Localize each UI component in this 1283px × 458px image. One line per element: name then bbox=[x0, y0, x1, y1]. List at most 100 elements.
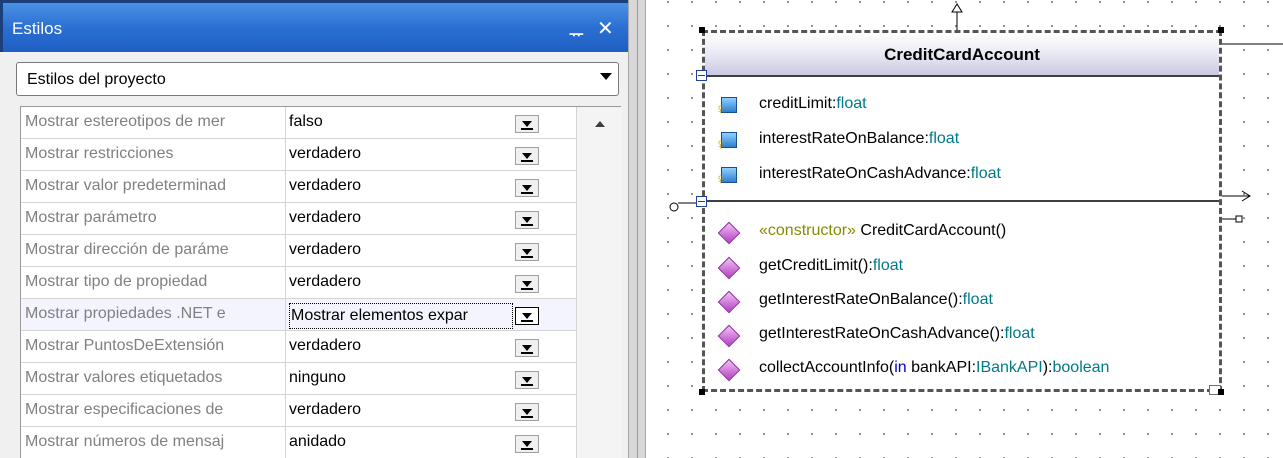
dropdown-arrow-icon[interactable] bbox=[515, 403, 539, 421]
attribute-type: float bbox=[836, 95, 867, 112]
operation-get-interest-rate-on-balance[interactable]: getInterestRateOnBalance():float bbox=[759, 291, 993, 313]
property-value[interactable]: verdadero bbox=[289, 241, 513, 263]
property-name: Mostrar valores etiquetados bbox=[25, 369, 223, 386]
property-name: Mostrar valor predeterminad bbox=[25, 177, 226, 194]
property-row[interactable]: Mostrar especificaciones de verdadero bbox=[21, 395, 622, 427]
dropdown-arrow-icon[interactable] bbox=[515, 371, 539, 389]
property-value[interactable]: verdadero bbox=[289, 337, 513, 359]
property-row[interactable]: Mostrar estereotipos de mer falso bbox=[21, 107, 622, 139]
stereotype-label: «constructor» bbox=[759, 222, 856, 239]
operation-name: getInterestRateOnBalance() bbox=[759, 291, 959, 308]
operation-return-type: boolean bbox=[1052, 359, 1110, 376]
attribute-type: float bbox=[928, 130, 960, 147]
column-divider bbox=[285, 171, 286, 203]
selection-handle[interactable] bbox=[1218, 389, 1224, 395]
panel-titlebar[interactable]: Estilos ᅲ ✕ bbox=[0, 0, 628, 52]
dropdown-arrow-icon[interactable] bbox=[515, 275, 539, 293]
dropdown-arrow-icon[interactable] bbox=[515, 179, 539, 197]
attribute-credit-limit[interactable]: creditLimit:float bbox=[759, 95, 867, 117]
close-icon[interactable]: ✕ bbox=[597, 16, 614, 41]
property-name: Mostrar tipo de propiedad bbox=[25, 273, 208, 290]
column-divider bbox=[285, 331, 286, 363]
collapse-operations-icon[interactable] bbox=[696, 196, 707, 207]
operation-collect-account-info[interactable]: collectAccountInfo(in bankAPI:IBankAPI):… bbox=[759, 359, 1109, 381]
class-header: CreditCardAccount bbox=[705, 33, 1219, 77]
attribute-name: interestRateOnCashAdvance bbox=[759, 165, 967, 182]
class-box[interactable]: CreditCardAccount ♀ creditLimit:float ♀ … bbox=[702, 30, 1222, 395]
dropdown-arrow-icon[interactable] bbox=[515, 339, 539, 357]
property-value[interactable]: Mostrar elementos expar bbox=[289, 303, 513, 329]
panel-splitter[interactable] bbox=[628, 0, 646, 458]
dropdown-arrow-icon[interactable] bbox=[515, 243, 539, 261]
property-name: Mostrar propiedades .NET e bbox=[25, 305, 226, 322]
property-value[interactable]: verdadero bbox=[289, 401, 513, 423]
property-row[interactable]: Mostrar tipo de propiedad verdadero bbox=[21, 267, 622, 299]
property-value[interactable]: ninguno bbox=[289, 369, 513, 391]
column-divider bbox=[285, 203, 286, 235]
generalization-arrowhead bbox=[951, 3, 963, 13]
attribute-icon: ♀ bbox=[715, 95, 739, 118]
property-row[interactable]: Mostrar valores etiquetados ninguno bbox=[21, 363, 622, 395]
selection-handle[interactable] bbox=[1218, 27, 1224, 33]
attribute-interest-rate-on-cash-advance[interactable]: interestRateOnCashAdvance:float bbox=[759, 165, 1001, 187]
column-divider bbox=[285, 107, 286, 139]
operation-icon bbox=[717, 358, 741, 382]
property-name: Mostrar números de mensaj bbox=[25, 433, 225, 450]
property-value[interactable]: falso bbox=[289, 113, 513, 135]
vertical-scrollbar[interactable] bbox=[576, 107, 622, 458]
selection-handle[interactable] bbox=[699, 27, 705, 33]
property-row[interactable]: Mostrar valor predeterminad verdadero bbox=[21, 171, 622, 203]
property-name: Mostrar estereotipos de mer bbox=[25, 113, 226, 130]
dropdown-arrow-icon[interactable] bbox=[515, 435, 539, 453]
attribute-icon: ♀ bbox=[715, 130, 739, 153]
operation-constructor[interactable]: «constructor» CreditCardAccount() bbox=[759, 222, 1006, 244]
dropdown-arrow-icon[interactable] bbox=[515, 147, 539, 165]
column-divider bbox=[285, 139, 286, 171]
property-row[interactable]: Mostrar parámetro verdadero bbox=[21, 203, 622, 235]
property-name: Mostrar especificaciones de bbox=[25, 401, 224, 418]
style-scope-select[interactable]: Estilos del proyecto bbox=[16, 62, 619, 96]
operation-close: ): bbox=[1042, 359, 1053, 376]
collapse-attributes-icon[interactable] bbox=[696, 70, 707, 81]
property-row[interactable]: Mostrar dirección de paráme verdadero bbox=[21, 235, 622, 267]
property-name: Mostrar parámetro bbox=[25, 209, 157, 226]
attribute-name: creditLimit bbox=[759, 95, 832, 112]
property-row[interactable]: Mostrar números de mensaj anidado bbox=[21, 427, 622, 458]
selection-handle[interactable] bbox=[699, 389, 705, 395]
property-row[interactable]: Mostrar PuntosDeExtensión verdadero bbox=[21, 331, 622, 363]
parameter-type: IBankAPI bbox=[976, 359, 1043, 376]
property-value[interactable]: anidado bbox=[289, 433, 513, 455]
class-name: CreditCardAccount bbox=[884, 45, 1040, 64]
operation-return-type: float bbox=[1004, 325, 1035, 342]
property-row[interactable]: Mostrar propiedades .NET e Mostrar elemen… bbox=[21, 299, 622, 331]
property-value[interactable]: verdadero bbox=[289, 273, 513, 295]
property-value[interactable]: verdadero bbox=[289, 177, 513, 199]
operation-get-interest-rate-on-cash-advance[interactable]: getInterestRateOnCashAdvance():float bbox=[759, 325, 1035, 347]
port-square bbox=[1235, 215, 1243, 223]
pin-icon[interactable]: ᅲ bbox=[569, 21, 584, 45]
dropdown-arrow-icon[interactable] bbox=[515, 307, 539, 325]
column-divider bbox=[285, 363, 286, 395]
property-name: Mostrar restricciones bbox=[25, 145, 174, 162]
operation-name: collectAccountInfo( bbox=[759, 359, 895, 376]
splitter-line bbox=[637, 0, 638, 458]
operation-name: CreditCardAccount() bbox=[860, 222, 1007, 239]
property-value[interactable]: verdadero bbox=[289, 145, 513, 167]
dropdown-arrow-icon[interactable] bbox=[515, 211, 539, 229]
parameter-direction: in bbox=[894, 359, 907, 376]
property-value[interactable]: verdadero bbox=[289, 209, 513, 231]
column-divider bbox=[285, 235, 286, 267]
operation-name: getCreditLimit() bbox=[759, 257, 869, 274]
operation-get-credit-limit[interactable]: getCreditLimit():float bbox=[759, 257, 903, 279]
column-divider bbox=[285, 427, 286, 458]
interface-lollipop bbox=[669, 202, 679, 212]
style-scope-value: Estilos del proyecto bbox=[27, 71, 166, 88]
attribute-interest-rate-on-balance[interactable]: interestRateOnBalance:float bbox=[759, 130, 959, 152]
chevron-down-icon bbox=[600, 73, 612, 80]
property-row[interactable]: Mostrar restricciones verdadero bbox=[21, 139, 622, 171]
column-divider bbox=[285, 299, 286, 331]
diagram-canvas[interactable]: CreditCardAccount ♀ creditLimit:float ♀ … bbox=[646, 0, 1283, 458]
dropdown-arrow-icon[interactable] bbox=[515, 115, 539, 133]
scroll-up-icon[interactable] bbox=[595, 121, 605, 127]
operation-icon bbox=[717, 290, 741, 314]
